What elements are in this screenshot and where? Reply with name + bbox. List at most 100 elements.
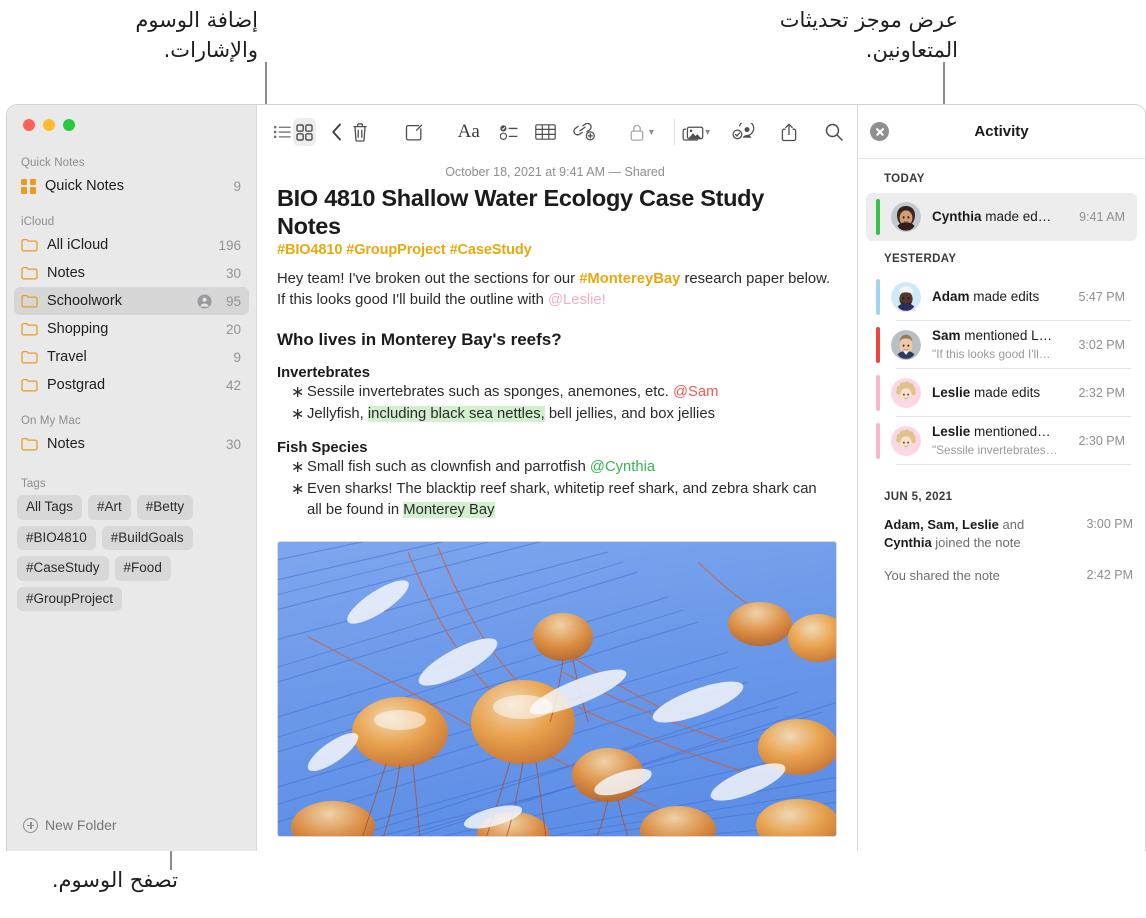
add-link-button[interactable] bbox=[573, 118, 595, 146]
activity-list[interactable]: TODAY Cynthia made ed… 9:41 AM YESTERDAY bbox=[858, 159, 1145, 851]
sidebar-item-count: 196 bbox=[218, 238, 241, 253]
sidebar-item-count: 42 bbox=[226, 378, 241, 393]
activity-color-bar bbox=[876, 375, 880, 411]
back-button[interactable] bbox=[326, 118, 348, 146]
activity-text: Sam mentioned L… "If this looks good I'l… bbox=[932, 327, 1072, 363]
chevron-down-icon-media[interactable]: ▾ bbox=[705, 127, 710, 138]
sidebar-item-schoolwork[interactable]: Schoolwork 95 bbox=[14, 287, 249, 315]
mention-cynthia[interactable]: @Cynthia bbox=[590, 459, 655, 475]
activity-main-line: Leslie made edits bbox=[932, 385, 1040, 400]
search-button[interactable] bbox=[823, 118, 845, 146]
activity-color-bar bbox=[876, 327, 880, 363]
activity-row-sam-mention[interactable]: Sam mentioned L… "If this looks good I'l… bbox=[866, 321, 1137, 369]
tag-chip-bio4810[interactable]: #BIO4810 bbox=[17, 526, 96, 551]
tag-chip-groupproject[interactable]: #GroupProject bbox=[17, 587, 122, 612]
list-item[interactable]: Even sharks! The blacktip reef shark, wh… bbox=[277, 479, 833, 521]
item-text: Small fish such as clownfish and parrotf… bbox=[307, 459, 590, 475]
subhead-fish-species: Fish Species bbox=[277, 440, 833, 456]
grid-view-button[interactable] bbox=[293, 118, 315, 146]
tag-chip-buildgoals[interactable]: #BuildGoals bbox=[102, 526, 193, 551]
list-item[interactable]: Jellyfish, including black sea nettles, … bbox=[277, 404, 833, 425]
sidebar-item-count: 9 bbox=[233, 179, 241, 194]
note-tagline[interactable]: #BIO4810 #GroupProject #CaseStudy bbox=[277, 242, 833, 258]
sidebar-item-label: All iCloud bbox=[47, 237, 209, 253]
table-button[interactable] bbox=[534, 118, 556, 146]
list-view-button[interactable] bbox=[271, 118, 293, 146]
activity-header: Activity bbox=[858, 105, 1145, 159]
jellyfish-photo[interactable] bbox=[277, 541, 837, 837]
new-folder-button[interactable]: New Folder bbox=[7, 817, 256, 851]
shared-person-icon bbox=[197, 294, 212, 309]
sidebar-item-quick-notes[interactable]: Quick Notes 9 bbox=[14, 172, 249, 200]
sidebar-item-travel[interactable]: Travel 9 bbox=[14, 343, 249, 371]
intro-mention-leslie[interactable]: @Leslie! bbox=[548, 292, 606, 308]
note-intro-paragraph[interactable]: Hey team! I've broken out the sections f… bbox=[277, 269, 833, 311]
mention-sam[interactable]: @Sam bbox=[673, 384, 718, 400]
collaborate-button[interactable] bbox=[732, 118, 756, 146]
sidebar-item-notes-local[interactable]: Notes 30 bbox=[14, 430, 249, 458]
activity-row-cynthia-edits[interactable]: Cynthia made ed… 9:41 AM bbox=[866, 193, 1137, 241]
tag-chip-casestudy[interactable]: #CaseStudy bbox=[17, 556, 109, 581]
avatar-cynthia bbox=[891, 202, 921, 232]
callout-activity-feed: عرض موجز تحديثات المتعاونين. bbox=[728, 6, 958, 66]
sidebar-item-all-icloud[interactable]: All iCloud 196 bbox=[14, 231, 249, 259]
share-button[interactable] bbox=[778, 118, 800, 146]
format-button[interactable]: Aa bbox=[455, 118, 482, 146]
activity-actor: Leslie bbox=[932, 385, 970, 400]
delete-button[interactable] bbox=[348, 118, 370, 146]
sidebar-section-on-my-mac: On My Mac bbox=[7, 415, 256, 430]
tag-chip-all-tags[interactable]: All Tags bbox=[17, 495, 82, 520]
activity-row-shared: You shared the note 2:42 PM bbox=[858, 556, 1145, 590]
minimize-window-button[interactable] bbox=[43, 119, 55, 131]
folder-icon bbox=[21, 322, 38, 336]
activity-time: 3:02 PM bbox=[1078, 338, 1125, 352]
activity-actor: Sam bbox=[932, 328, 961, 343]
sidebar-item-notes-icloud[interactable]: Notes 30 bbox=[14, 259, 249, 287]
activity-action: made edits bbox=[970, 385, 1040, 400]
sidebar-section-icloud: iCloud bbox=[7, 216, 256, 231]
lock-button[interactable] bbox=[625, 118, 647, 146]
activity-snippet: "If this looks good I'll… bbox=[932, 347, 1051, 361]
sidebar-item-label: Shopping bbox=[47, 321, 217, 337]
checklist-button[interactable] bbox=[498, 118, 520, 146]
close-window-button[interactable] bbox=[23, 119, 35, 131]
sidebar-item-label: Travel bbox=[47, 349, 224, 365]
folder-icon bbox=[21, 266, 38, 280]
activity-text: Cynthia made ed… bbox=[932, 208, 1073, 226]
format-label: Aa bbox=[458, 121, 480, 143]
sidebar-item-count: 20 bbox=[226, 322, 241, 337]
activity-joined-text: Adam, Sam, Leslie and Cynthia joined the… bbox=[884, 516, 1080, 551]
close-icon[interactable] bbox=[870, 122, 889, 141]
folder-icon bbox=[21, 437, 38, 451]
list-item[interactable]: Small fish such as clownfish and parrotf… bbox=[277, 457, 833, 478]
note-scroll-area[interactable]: October 18, 2021 at 9:41 AM — Shared BIO… bbox=[257, 159, 857, 851]
zoom-window-button[interactable] bbox=[63, 119, 75, 131]
activity-row-leslie-edits[interactable]: Leslie made edits 2:32 PM bbox=[866, 369, 1137, 417]
activity-shared-text: You shared the note bbox=[884, 567, 1080, 585]
activity-text: Leslie mentioned… "Sessile invertebrates… bbox=[932, 423, 1072, 459]
activity-actor: Leslie bbox=[932, 424, 970, 439]
activity-row-adam-edits[interactable]: Adam made edits 5:47 PM bbox=[866, 273, 1137, 321]
avatar-leslie-2 bbox=[891, 426, 921, 456]
list-item[interactable]: Sessile invertebrates such as sponges, a… bbox=[277, 382, 833, 403]
sidebar-item-label: Notes bbox=[47, 436, 217, 452]
tag-chip-betty[interactable]: #Betty bbox=[137, 495, 193, 520]
tag-chip-list: All Tags #Art #Betty #BIO4810 #BuildGoal… bbox=[7, 495, 256, 611]
activity-row-leslie-mention[interactable]: Leslie mentioned… "Sessile invertebrates… bbox=[866, 417, 1137, 465]
sidebar-item-postgrad[interactable]: Postgrad 42 bbox=[14, 371, 249, 399]
activity-actor: Cynthia bbox=[932, 209, 982, 224]
activity-text: Leslie made edits bbox=[932, 384, 1072, 402]
bullet-list-fish: Small fish such as clownfish and parrotf… bbox=[277, 457, 833, 521]
sidebar-item-shopping[interactable]: Shopping 20 bbox=[14, 315, 249, 343]
media-button[interactable] bbox=[682, 118, 704, 146]
intro-hashtag[interactable]: #MontereyBay bbox=[579, 271, 680, 287]
avatar-sam bbox=[891, 330, 921, 360]
compose-button[interactable] bbox=[403, 118, 425, 146]
chevron-down-icon[interactable]: ▾ bbox=[649, 127, 654, 138]
tag-chip-food[interactable]: #Food bbox=[115, 556, 171, 581]
sidebar-item-label: Quick Notes bbox=[45, 178, 224, 194]
tag-chip-art[interactable]: #Art bbox=[88, 495, 131, 520]
note-title[interactable]: BIO 4810 Shallow Water Ecology Case Stud… bbox=[277, 185, 833, 240]
folder-icon bbox=[21, 350, 38, 364]
sidebar-spacer bbox=[7, 611, 256, 817]
